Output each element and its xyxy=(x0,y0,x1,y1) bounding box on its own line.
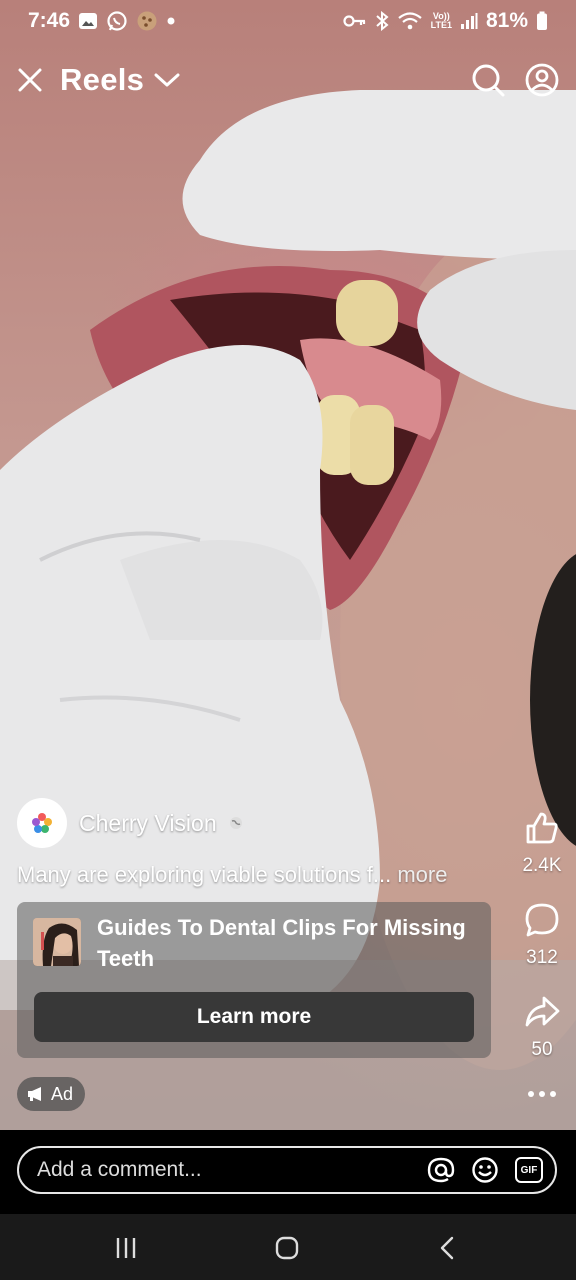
close-icon[interactable] xyxy=(10,60,50,100)
ad-badge[interactable]: Ad xyxy=(17,1077,86,1111)
gallery-icon xyxy=(78,12,98,30)
comment-bar: Add a comment... GIF xyxy=(0,1130,576,1214)
share-action[interactable]: 50 xyxy=(512,994,572,1061)
ad-label: Ad xyxy=(51,1083,74,1104)
share-count: 50 xyxy=(531,1039,553,1060)
like-action[interactable]: 2.4K xyxy=(512,810,572,877)
chevron-down-icon[interactable] xyxy=(154,72,180,88)
comment-action[interactable]: 312 xyxy=(512,902,572,969)
back-icon[interactable] xyxy=(428,1228,468,1268)
status-time: 7:46 xyxy=(28,9,71,32)
profile-icon[interactable] xyxy=(522,60,562,100)
globe-icon xyxy=(229,816,243,830)
avatar[interactable] xyxy=(17,798,67,848)
key-icon xyxy=(343,14,367,28)
system-nav-bar xyxy=(0,1214,576,1280)
reels-header: Reels xyxy=(0,52,576,108)
more-options-icon[interactable] xyxy=(527,1082,557,1111)
like-icon[interactable] xyxy=(524,810,560,851)
cookie-icon xyxy=(136,10,158,32)
comment-icon[interactable] xyxy=(524,902,560,943)
mention-icon[interactable] xyxy=(427,1156,455,1184)
dot-icon xyxy=(166,16,176,26)
signal-icon xyxy=(460,12,478,30)
wifi-icon xyxy=(397,11,423,31)
megaphone-icon xyxy=(27,1086,45,1102)
whatsapp-icon xyxy=(106,10,128,32)
caption-text: Many are exploring viable solutions f... xyxy=(17,862,392,887)
volte-icon: Vo)) LTE1 xyxy=(430,11,452,30)
caption[interactable]: Many are exploring viable solutions f...… xyxy=(17,862,447,888)
page-row[interactable]: Cherry Vision xyxy=(17,798,243,848)
comment-input[interactable]: Add a comment... GIF xyxy=(17,1146,557,1194)
bluetooth-icon xyxy=(375,11,389,31)
caption-more-link[interactable]: more xyxy=(397,862,447,887)
home-icon[interactable] xyxy=(267,1228,307,1268)
page-name[interactable]: Cherry Vision xyxy=(79,810,217,837)
like-count: 2.4K xyxy=(522,855,562,876)
cherry-logo-icon xyxy=(32,813,52,833)
share-icon[interactable] xyxy=(524,994,560,1035)
recent-apps-icon[interactable] xyxy=(106,1228,146,1268)
comment-count: 312 xyxy=(526,947,558,968)
ad-card[interactable]: Guides To Dental Clips For Missing Teeth… xyxy=(17,902,491,1058)
ad-headline[interactable]: Guides To Dental Clips For Missing Teeth xyxy=(97,912,477,974)
learn-more-button[interactable]: Learn more xyxy=(34,992,474,1042)
comment-placeholder[interactable]: Add a comment... xyxy=(37,1158,427,1182)
reels-title[interactable]: Reels xyxy=(60,62,144,98)
status-bar: 7:46 Vo)) LTE1 81% xyxy=(0,0,576,42)
gif-icon[interactable]: GIF xyxy=(515,1157,543,1183)
battery-icon xyxy=(536,11,548,31)
more-options-action[interactable] xyxy=(512,1082,572,1111)
ad-thumbnail[interactable] xyxy=(33,918,81,966)
battery-percent: 81% xyxy=(485,9,528,32)
search-icon[interactable] xyxy=(468,60,508,100)
emoji-icon[interactable] xyxy=(471,1156,499,1184)
ad-thumbnail-image xyxy=(33,918,81,966)
